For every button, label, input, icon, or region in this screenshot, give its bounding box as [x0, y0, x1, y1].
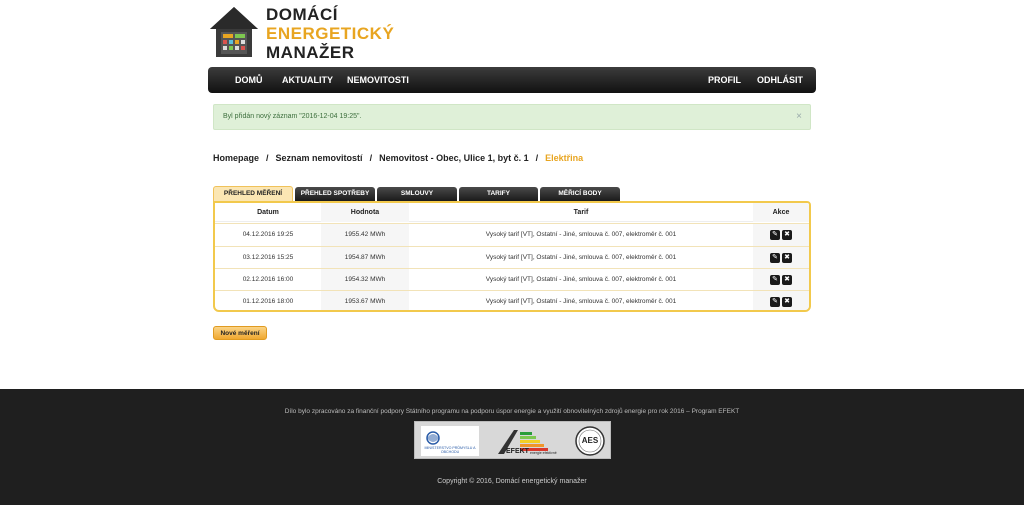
logo-line-3: MANAŽER: [266, 43, 355, 62]
logo-line-2: ENERGETICKÝ: [266, 24, 395, 43]
cell-date: 03.12.2016 15:25: [242, 254, 294, 261]
cell-actions: ✎ ✖: [753, 269, 809, 291]
tab-measurement-overview[interactable]: PŘEHLED MĚŘENÍ: [213, 186, 293, 202]
header-value[interactable]: Hodnota: [321, 203, 409, 222]
cell-value: 1955.42 MWh: [321, 224, 409, 246]
nav-logout[interactable]: ODHLÁSIT: [757, 67, 803, 93]
header-actions: Akce: [753, 203, 809, 222]
cell-value: 1953.67 MWh: [321, 291, 409, 310]
tab-tariffs[interactable]: TARIFY: [459, 187, 538, 201]
aes-logo-text: AES: [581, 436, 599, 445]
table-row: 03.12.2016 15:25 1954.87 MWh Vysoký tari…: [215, 246, 809, 269]
table-row: 01.12.2016 18:00 1953.67 MWh Vysoký tari…: [215, 290, 809, 310]
close-icon[interactable]: ✖: [782, 230, 792, 240]
footer: Dílo bylo zpracováno za finanční podpory…: [0, 389, 1024, 505]
partner-logos: MINISTERSTVO PRŮMYSLU A OBCHODU EFEKT en…: [414, 421, 611, 459]
efekt-logo-text: EFEKT: [506, 448, 529, 455]
cell-date: 04.12.2016 19:25: [242, 231, 294, 238]
header-tariff[interactable]: Tarif: [409, 203, 753, 222]
logo-text: DOMÁCÍ ENERGETICKÝ MANAŽER: [266, 5, 394, 62]
cell-value: 1954.87 MWh: [321, 247, 409, 269]
cell-tariff: Vysoký tarif [VT], Ostatní - Jiné, smlou…: [485, 231, 677, 238]
aes-logo[interactable]: AES: [574, 426, 606, 456]
close-icon[interactable]: ✖: [782, 297, 792, 307]
tab-consumption-overview[interactable]: PŘEHLED SPOTŘEBY: [295, 187, 375, 201]
breadcrumb-property-list[interactable]: Seznam nemovitostí: [276, 153, 363, 163]
ministry-logo[interactable]: MINISTERSTVO PRŮMYSLU A OBCHODU: [421, 426, 479, 456]
copyright: Copyright © 2016, Domácí energetický man…: [437, 478, 587, 485]
breadcrumb: Homepage / Seznam nemovitostí / Nemovitost -…: [213, 153, 583, 163]
breadcrumb-separator: /: [369, 153, 373, 163]
ministry-logo-text: MINISTERSTVO PRŮMYSLU A OBCHODU: [424, 446, 476, 454]
breadcrumb-property[interactable]: Nemovitost - Obec, Ulice 1, byt č. 1: [379, 153, 529, 163]
close-icon[interactable]: ✖: [782, 253, 792, 263]
logo-line-1: DOMÁCÍ: [266, 5, 338, 24]
cell-date: 01.12.2016 18:00: [242, 298, 294, 305]
cell-tariff: Vysoký tarif [VT], Ostatní - Jiné, smlou…: [485, 298, 677, 305]
cell-actions: ✎ ✖: [753, 224, 809, 246]
breadcrumb-homepage[interactable]: Homepage: [213, 153, 259, 163]
pencil-icon[interactable]: ✎: [770, 275, 780, 285]
cell-date: 02.12.2016 16:00: [242, 276, 294, 283]
pencil-icon[interactable]: ✎: [770, 230, 780, 240]
cell-value: 1954.32 MWh: [321, 269, 409, 291]
cell-actions: ✎ ✖: [753, 247, 809, 269]
footer-note: Dílo bylo zpracováno za finanční podpory…: [284, 408, 740, 415]
nav-home[interactable]: DOMŮ: [235, 67, 263, 93]
measurements-table: Datum Hodnota Tarif Akce 04.12.2016 19:2…: [213, 201, 811, 312]
close-icon[interactable]: ✖: [782, 275, 792, 285]
table-row: 04.12.2016 19:25 1955.42 MWh Vysoký tari…: [215, 223, 809, 246]
breadcrumb-separator: /: [266, 153, 269, 163]
success-alert: Byl přidán nový záznam "2016-12-04 19:25…: [213, 104, 811, 130]
header-date[interactable]: Datum: [215, 203, 321, 222]
nav-profile[interactable]: PROFIL: [708, 67, 741, 93]
new-measurement-button[interactable]: Nové měření: [213, 326, 267, 340]
alert-message: Byl přidán nový záznam "2016-12-04 19:25…: [223, 113, 362, 120]
tab-metering-points[interactable]: MĚŘICÍ BODY: [540, 187, 620, 201]
close-icon[interactable]: ×: [796, 112, 802, 122]
pencil-icon[interactable]: ✎: [770, 297, 780, 307]
nav-properties[interactable]: NEMOVITOSTI: [347, 67, 409, 93]
main-navbar: DOMŮ AKTUALITY NEMOVITOSTI PROFIL ODHLÁS…: [208, 67, 816, 93]
breadcrumb-current: Elektřina: [545, 153, 584, 163]
breadcrumb-separator: /: [535, 153, 539, 163]
efekt-logo[interactable]: EFEKT energie efektivně: [494, 426, 558, 456]
table-row: 02.12.2016 16:00 1954.32 MWh Vysoký tari…: [215, 268, 809, 291]
cell-actions: ✎ ✖: [753, 291, 809, 310]
cell-tariff: Vysoký tarif [VT], Ostatní - Jiné, smlou…: [485, 254, 677, 261]
table-header: Datum Hodnota Tarif Akce: [215, 203, 809, 222]
app-logo[interactable]: DOMÁCÍ ENERGETICKÝ MANAŽER: [208, 5, 408, 62]
cell-tariff: Vysoký tarif [VT], Ostatní - Jiné, smlou…: [485, 276, 677, 283]
efekt-logo-subtext: energie efektivně: [530, 451, 557, 455]
pencil-icon[interactable]: ✎: [770, 253, 780, 263]
nav-news[interactable]: AKTUALITY: [282, 67, 333, 93]
tab-contracts[interactable]: SMLOUVY: [377, 187, 457, 201]
house-icon: [210, 7, 258, 57]
